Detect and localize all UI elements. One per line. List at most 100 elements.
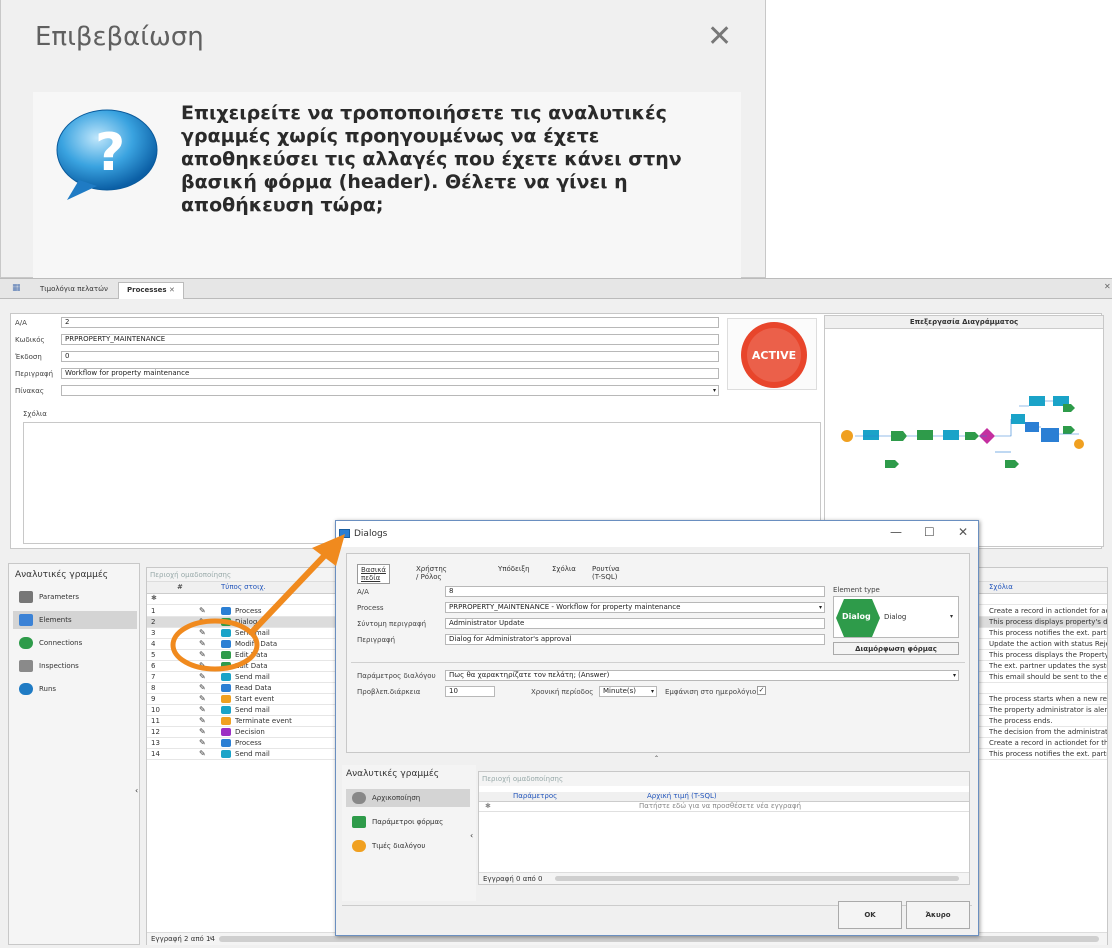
dialog-tab[interactable]: Βασικά πεδία (357, 564, 390, 584)
nav-item-parameters[interactable]: Parameters (13, 588, 137, 606)
chevron-down-icon[interactable]: ▾ (819, 603, 822, 612)
ok-button[interactable]: OK (838, 901, 902, 929)
chevron-down-icon[interactable]: ▾ (713, 386, 716, 395)
sub-group-area: Περιοχή ομαδοποίησης (479, 772, 969, 786)
period-select[interactable]: Minute(s) ▾ (599, 686, 657, 697)
element-type-select[interactable]: Dialog Dialog ▾ (833, 596, 959, 638)
sub-col-init[interactable]: Αρχική τιμή (T-SQL) (647, 792, 717, 800)
edit-icon[interactable]: ✎ (199, 617, 206, 627)
close-icon[interactable]: ✕ (707, 22, 732, 52)
tab-label: Τιμολόγια πελατών (40, 285, 108, 293)
dialog-tab[interactable]: Ρουτίνα (T-SQL) (589, 564, 623, 582)
edit-icon[interactable]: ✎ (199, 672, 206, 682)
dlg-process-select[interactable]: PRPROPERTY_MAINTENANCE - Workflow for pr… (445, 602, 825, 613)
minimize-icon[interactable]: — (890, 525, 902, 539)
col-type[interactable]: Τύπος στοιχ. (221, 582, 266, 593)
chevron-down-icon[interactable]: ▾ (950, 613, 953, 620)
element-type-icon (221, 695, 231, 703)
edit-icon[interactable]: ✎ (199, 716, 206, 726)
nav-item-elements[interactable]: Elements (13, 611, 137, 629)
sub-col-param[interactable]: Παράμετρος (513, 792, 557, 800)
collapse-icon[interactable]: ‹ (135, 786, 138, 795)
row-comment: The process ends. (989, 717, 1053, 725)
edit-icon[interactable]: ✎ (199, 606, 206, 616)
confirm-title: Επιβεβαίωση (35, 22, 204, 52)
edit-icon[interactable]: ✎ (199, 661, 206, 671)
maximize-icon[interactable]: ☐ (924, 525, 935, 539)
runs-icon (19, 683, 33, 695)
element-type: Start event (235, 695, 275, 703)
dialog-tab[interactable]: Υπόδειξη (495, 564, 533, 574)
edit-icon[interactable]: ✎ (199, 705, 206, 715)
aa-field[interactable]: 2 (61, 317, 719, 328)
sub-record-count: Εγγραφή 0 από 0 (483, 875, 543, 883)
status-image: ACTIVE (727, 318, 817, 390)
nav-label: Elements (39, 616, 72, 624)
sub-item-form-params[interactable]: Παράμετροι φόρμας (346, 813, 470, 831)
col-hash[interactable]: # (177, 582, 183, 593)
row-comment: This process displays the Property d (989, 651, 1107, 659)
dialog-tab[interactable]: Σχόλια (549, 564, 579, 574)
row-comment: The process starts when a new reco (989, 695, 1107, 703)
tab-processes[interactable]: Processes ✕ (118, 282, 184, 299)
desc-field[interactable]: Workflow for property maintenance (61, 368, 719, 379)
grid-menu-icon[interactable]: ▦ (12, 283, 21, 293)
param-select[interactable]: Πως θα χαρακτηρίζατε τον πελάτη; (Answer… (445, 670, 959, 681)
close-tab-icon[interactable]: ✕ (169, 286, 175, 294)
calendar-checkbox[interactable]: ✓ (757, 686, 766, 695)
close-icon[interactable]: ✕ (1104, 282, 1111, 291)
scroll-left-icon[interactable]: ‹ (209, 934, 212, 942)
sub-item-dialog-values[interactable]: Τιμές διαλόγου (346, 837, 470, 855)
diagram-panel[interactable]: Επεξεργασία Διαγράμματος (824, 315, 1104, 547)
diagram-caption[interactable]: Επεξεργασία Διαγράμματος (825, 316, 1103, 329)
dialog-tab[interactable]: Χρήστης / Ρόλος (413, 564, 450, 582)
version-field[interactable]: 0 (61, 351, 719, 362)
row-number: 13 (151, 739, 160, 747)
element-type: Decision (235, 728, 265, 736)
nav-item-inspections[interactable]: Inspections (13, 657, 137, 675)
horizontal-scrollbar[interactable] (219, 936, 1099, 942)
edit-icon[interactable]: ✎ (199, 694, 206, 704)
edit-icon[interactable]: ✎ (199, 639, 206, 649)
sub-item-init[interactable]: Αρχικοποίηση (346, 789, 470, 807)
element-type-icon (221, 706, 231, 714)
nav-item-runs[interactable]: Runs (13, 680, 137, 698)
element-type: Edit Data (235, 651, 268, 659)
chevron-down-icon[interactable]: ▾ (953, 671, 956, 680)
edit-icon[interactable]: ✎ (199, 738, 206, 748)
code-field[interactable]: PRPROPERTY_MAINTENANCE (61, 334, 719, 345)
element-type-icon (221, 607, 231, 615)
element-type: Terminate event (235, 717, 292, 725)
duration-field[interactable]: 10 (445, 686, 495, 697)
table-label: Πίνακας (15, 387, 45, 395)
edit-icon[interactable]: ✎ (199, 628, 206, 638)
chevron-down-icon[interactable]: ▾ (651, 687, 654, 696)
divider (351, 662, 965, 663)
element-type-icon (221, 684, 231, 692)
sub-scrollbar[interactable] (555, 876, 959, 881)
edit-icon[interactable]: ✎ (199, 749, 206, 759)
element-type: Read Data (235, 684, 272, 692)
dlg-process-label: Process (357, 604, 384, 612)
sub-new-row[interactable]: ✱ Πατήστε εδώ για να προσθέσετε νέα εγγρ… (479, 802, 969, 812)
element-type-icon (221, 739, 231, 747)
col-comments[interactable]: Σχόλια (989, 582, 1013, 593)
nav-item-connections[interactable]: Connections (13, 634, 137, 652)
close-icon[interactable]: ✕ (958, 525, 968, 539)
cancel-button[interactable]: Άκυρο (906, 901, 970, 929)
chevron-up-icon[interactable]: ⌃ (654, 755, 659, 762)
edit-icon[interactable]: ✎ (199, 727, 206, 737)
table-select[interactable]: ▾ (61, 385, 719, 396)
edit-icon[interactable]: ✎ (199, 683, 206, 693)
dlg-desc-field[interactable]: Dialog for Administrator's approval (445, 634, 825, 645)
element-type: Process (235, 739, 262, 747)
dlg-aa-field[interactable]: 8 (445, 586, 825, 597)
tab-customer-invoices[interactable]: Τιμολόγια πελατών (32, 282, 116, 299)
form-design-button[interactable]: Διαμόρφωση φόρμας (833, 642, 959, 655)
row-number: 5 (151, 651, 156, 659)
element-type-icon (221, 717, 231, 725)
dlg-short-field[interactable]: Administrator Update (445, 618, 825, 629)
row-number: 7 (151, 673, 156, 681)
edit-icon[interactable]: ✎ (199, 650, 206, 660)
collapse-icon[interactable]: ‹ (470, 831, 473, 840)
